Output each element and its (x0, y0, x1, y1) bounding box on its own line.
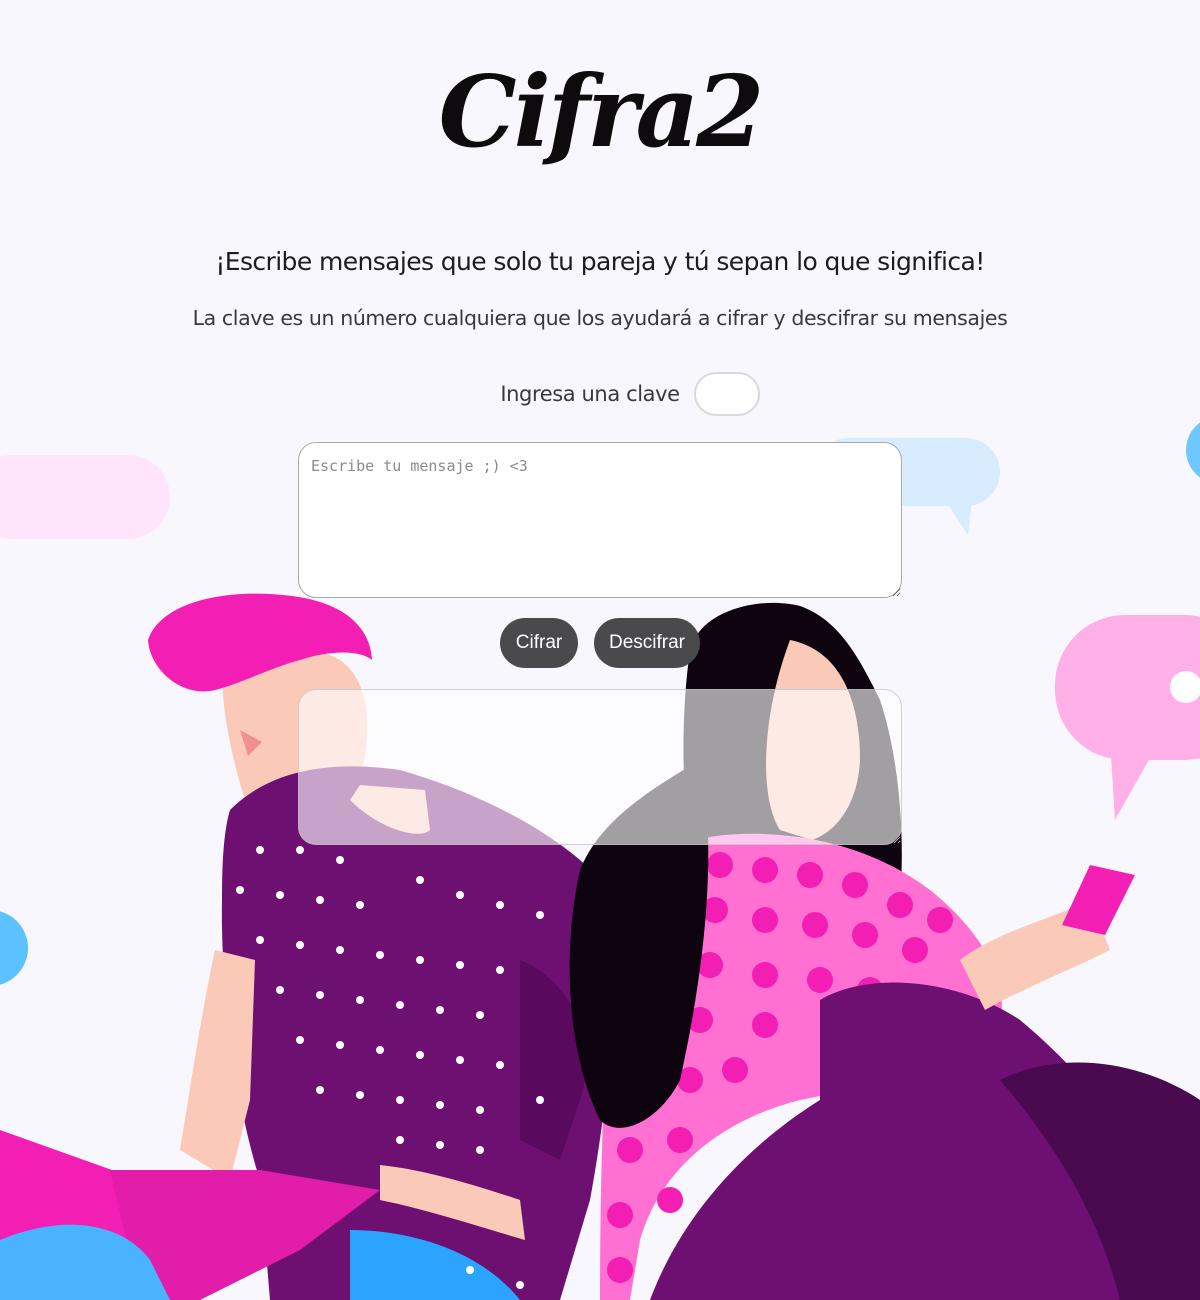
key-input[interactable] (693, 372, 760, 416)
result-output[interactable] (298, 689, 902, 845)
key-label: Ingresa una clave (500, 382, 680, 406)
action-buttons: Cifrar Descifrar (500, 618, 700, 668)
page-description: La clave es un número cualquiera que los… (192, 306, 1008, 330)
encrypt-button[interactable]: Cifrar (500, 618, 578, 668)
message-input[interactable] (298, 442, 902, 598)
key-row: Ingresa una clave (0, 368, 1200, 420)
decrypt-button[interactable]: Descifrar (594, 618, 700, 668)
app-logo: Cifra2 (438, 55, 765, 170)
app-container: Cifra2 ¡Escribe mensajes que solo tu par… (0, 0, 1200, 1300)
page-headline: ¡Escribe mensajes que solo tu pareja y t… (215, 247, 985, 276)
